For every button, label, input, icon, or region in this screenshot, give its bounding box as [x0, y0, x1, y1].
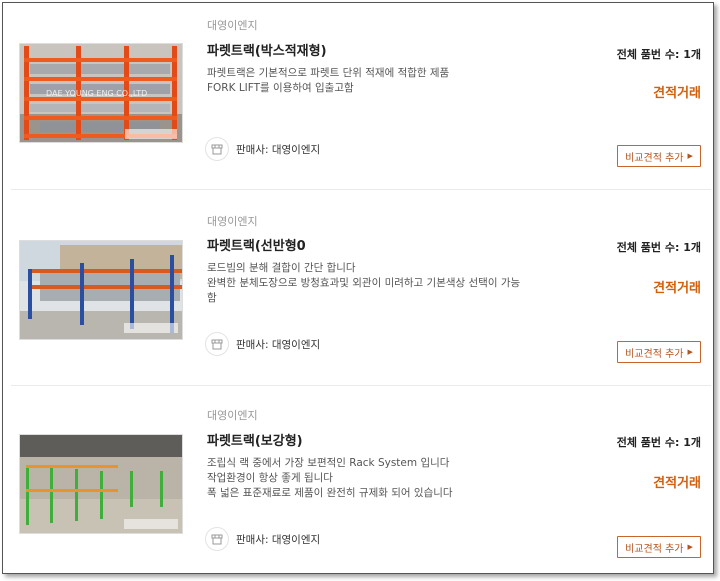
description-line: 로드빔의 분해 결합이 간단 합니다: [207, 262, 356, 274]
item-count: 전체 품번 수: 1개: [616, 48, 701, 61]
product-list: DAE YOUNG ENG CO.,LTD 대영이엔지 파렛트랙(박스적재형) …: [2, 2, 714, 574]
divider: [11, 189, 711, 190]
description-line: 폭 넓은 표준재료로 제품이 완전히 규제화 되어 있습니다: [207, 487, 453, 499]
store-icon: [205, 137, 229, 161]
quote-trade-label: 견적거래: [653, 86, 701, 101]
button-label: 비교견적 추가: [625, 152, 684, 164]
company-name[interactable]: 대영이엔지: [207, 407, 258, 423]
description-line: 완벽한 분체도장으로 방청효과및 외관이 미려하고 기본색상 선택이 가능: [207, 277, 521, 289]
arrow-right-icon: ▶: [687, 152, 693, 160]
add-compare-quote-button[interactable]: 비교견적 추가 ▶: [617, 536, 701, 558]
quote-trade-label: 견적거래: [653, 476, 701, 491]
company-name[interactable]: 대영이엔지: [207, 213, 258, 229]
description-line: 조립식 랙 중에서 가장 보편적인 Rack System 입니다: [207, 457, 450, 469]
rack-photo-blue: [20, 241, 182, 339]
seller-info: 판매사: 대영이엔지: [205, 332, 320, 356]
add-compare-quote-button[interactable]: 비교견적 추가 ▶: [617, 145, 701, 167]
item-count: 전체 품번 수: 1개: [616, 436, 701, 449]
arrow-right-icon: ▶: [687, 348, 693, 356]
item-count: 전체 품번 수: 1개: [616, 241, 701, 254]
seller-name: 판매사: 대영이엔지: [236, 533, 321, 546]
button-label: 비교견적 추가: [625, 348, 684, 360]
description-line: 함: [207, 292, 217, 304]
image-watermark: DAE YOUNG ENG CO.,LTD: [46, 89, 147, 98]
store-icon: [205, 332, 229, 356]
product-item: 대영이엔지 파렛트랙(선반형0 로드빔의 분해 결합이 간단 합니다 완벽한 분…: [3, 196, 713, 388]
product-description: 파렛트랙은 기본적으로 파렛트 단위 적재에 적합한 제품 FORK LIFT를…: [207, 66, 587, 96]
product-description: 로드빔의 분해 결합이 간단 합니다 완벽한 분체도장으로 방청효과및 외관이 …: [207, 261, 587, 306]
product-title[interactable]: 파렛트랙(선반형0: [207, 235, 306, 254]
button-label: 비교견적 추가: [625, 543, 684, 555]
product-image[interactable]: DAE YOUNG ENG CO.,LTD: [19, 43, 183, 143]
product-image[interactable]: [19, 240, 183, 340]
product-item: 대영이엔지 파렛트랙(보강형) 조립식 랙 중에서 가장 보편적인 Rack S…: [3, 390, 713, 573]
quote-trade-label: 견적거래: [653, 281, 701, 296]
rack-photo-green: [20, 435, 182, 533]
description-line: FORK LIFT를 이용하여 입출고함: [207, 82, 354, 94]
seller-info: 판매사: 대영이엔지: [205, 527, 320, 551]
divider: [11, 385, 711, 386]
rack-photo-orange: DAE YOUNG ENG CO.,LTD: [20, 44, 182, 142]
arrow-right-icon: ▶: [687, 543, 693, 551]
product-image[interactable]: [19, 434, 183, 534]
add-compare-quote-button[interactable]: 비교견적 추가 ▶: [617, 341, 701, 363]
description-line: 작업환경이 항상 좋게 됩니다: [207, 472, 333, 484]
seller-info: 판매사: 대영이엔지: [205, 137, 320, 161]
product-title[interactable]: 파렛트랙(박스적재형): [207, 40, 327, 59]
store-icon: [205, 527, 229, 551]
product-description: 조립식 랙 중에서 가장 보편적인 Rack System 입니다 작업환경이 …: [207, 456, 587, 501]
company-name[interactable]: 대영이엔지: [207, 17, 258, 33]
description-line: 파렛트랙은 기본적으로 파렛트 단위 적재에 적합한 제품: [207, 67, 450, 79]
product-title[interactable]: 파렛트랙(보강형): [207, 430, 303, 449]
product-item: DAE YOUNG ENG CO.,LTD 대영이엔지 파렛트랙(박스적재형) …: [3, 3, 713, 195]
seller-name: 판매사: 대영이엔지: [236, 143, 321, 156]
seller-name: 판매사: 대영이엔지: [236, 338, 321, 351]
